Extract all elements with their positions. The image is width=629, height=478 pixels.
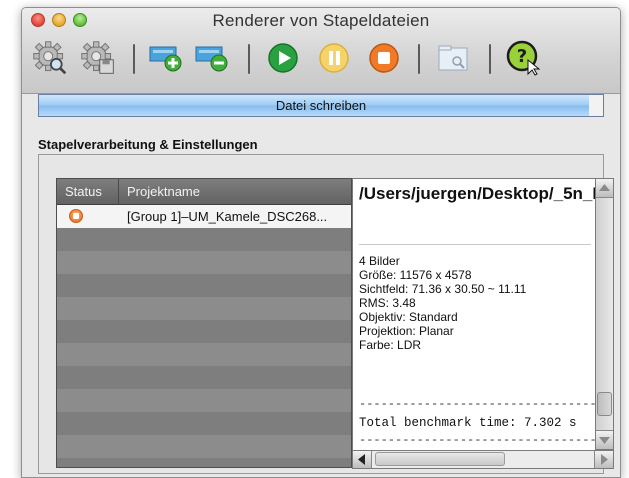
stop-status-icon [69,209,83,223]
toolbar-separator [489,44,491,74]
stat-line: Farbe: LDR [359,338,422,352]
table-row-empty [57,251,351,274]
table-rows: [Group 1]–UM_Kamele_DSC268... [57,205,351,467]
progress-label: Datei schreiben [275,98,367,113]
stop-icon [369,43,399,73]
toolbar: ? [22,36,620,88]
add-item-button[interactable] [146,38,186,78]
folder-preview-button[interactable] [434,38,474,78]
scroll-down-button[interactable] [596,430,613,449]
row-project-name: [Group 1]–UM_Kamele_DSC268... [127,209,328,224]
pause-button[interactable] [316,38,352,78]
table-row-empty [57,435,351,458]
toolbar-separator [248,44,250,74]
log-dashes-bottom: ---------------------------------------- [359,433,596,447]
chevron-right-icon [601,454,608,465]
stat-line: RMS: 3.48 [359,296,416,310]
gear-search-icon [33,41,67,75]
pause-icon [319,43,349,73]
gear-search-button[interactable] [28,38,72,78]
table-row-empty [57,458,351,467]
log-dashes-top: ---------------------------------------- [359,397,596,411]
horizontal-scroll-thumb[interactable] [375,452,505,466]
title-bar: Renderer von Stapeldateien ? [22,8,620,94]
toolbar-separator [418,44,420,74]
chevron-up-icon [599,184,610,191]
scroll-left-button[interactable] [353,451,372,468]
chevron-left-icon [358,454,365,465]
table-row-empty [57,389,351,412]
file-stats: 4 Bilder Größe: 11576 x 4578 Sichtfeld: … [359,254,591,352]
table-row-empty [57,366,351,389]
gear-save-button[interactable] [76,38,120,78]
play-button[interactable] [265,38,301,78]
svg-text:?: ? [517,46,527,67]
table-row[interactable]: [Group 1]–UM_Kamele_DSC268... [57,205,351,228]
info-divider [359,244,591,245]
window-title: Renderer von Stapeldateien [212,11,430,30]
folder-preview-icon [438,45,468,71]
app-window: Renderer von Stapeldateien ? Datei schre… [21,7,621,478]
chevron-down-icon [599,437,610,444]
vertical-scroll-thumb[interactable] [597,392,612,416]
help-button[interactable]: ? [504,38,544,78]
remove-item-icon [195,46,228,72]
info-panel[interactable]: /Users/juergen/Desktop/_5n_P_APP_0002.ti… [352,178,596,468]
scroll-up-button[interactable] [596,179,613,198]
column-header-name[interactable]: Projektname [119,179,351,205]
play-icon [268,43,298,73]
table-row-empty [57,228,351,251]
help-icon: ? [506,40,541,76]
table-row-empty [57,297,351,320]
stat-line: Projektion: Planar [359,324,454,338]
toolbar-separator [133,44,135,74]
scroll-right-button[interactable] [594,451,613,468]
add-item-icon [149,46,182,72]
stat-line: Sichtfeld: 71.36 x 30.50 ~ 11.11 [359,282,527,296]
gear-save-icon [81,41,114,74]
stop-button[interactable] [366,38,402,78]
table-row-empty [57,343,351,366]
file-path: /Users/juergen/Desktop/_5n_P_APP_0002.ti… [359,184,595,203]
horizontal-scrollbar[interactable] [352,450,614,469]
progress-bar: Datei schreiben [38,94,604,117]
project-table[interactable]: Status Projektname [Group 1]–UM_Kamele_D… [56,178,352,468]
benchmark-time: Total benchmark time: 7.302 s [359,416,577,430]
remove-item-button[interactable] [192,38,232,78]
stat-line: Objektiv: Standard [359,310,458,324]
table-row-empty [57,320,351,343]
table-header: Status Projektname [57,179,351,205]
stat-line: 4 Bilder [359,254,400,268]
section-title: Stapelverarbeitung & Einstellungen [38,137,258,152]
stat-line: Größe: 11576 x 4578 [359,268,472,282]
table-row-empty [57,274,351,297]
vertical-scrollbar[interactable] [595,178,614,450]
column-header-status[interactable]: Status [57,179,119,205]
table-row-empty [57,412,351,435]
